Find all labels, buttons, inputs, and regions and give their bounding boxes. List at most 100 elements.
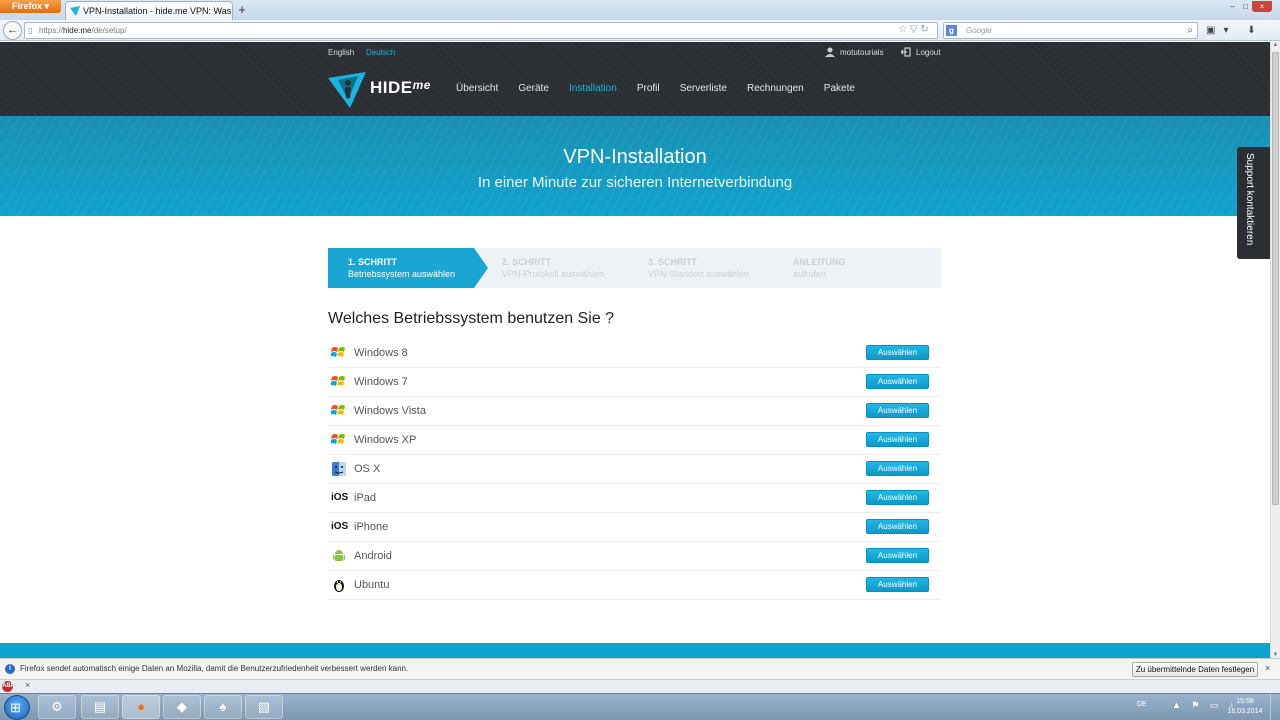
scrollbar-thumb[interactable] — [1272, 52, 1279, 505]
addon-bar-close-icon[interactable]: × — [25, 680, 30, 690]
ios-icon: iOS — [331, 492, 349, 503]
firefox-menu-button[interactable]: Firefox ▾ — [0, 0, 61, 13]
language-english-link[interactable]: English — [328, 48, 354, 57]
select-ipad-button[interactable]: Auswählen — [866, 490, 929, 505]
select-android-button[interactable]: Auswählen — [866, 548, 929, 563]
info-icon: i — [5, 664, 15, 674]
scroll-up-icon[interactable]: ▲ — [1271, 42, 1280, 48]
url-input[interactable]: ▯ https://hide.me/de/setup/ — [24, 22, 938, 39]
os-name: Ubuntu — [354, 579, 390, 591]
browser-navbar: ← ▯ https://hide.me/de/setup/ ☆ ▽ ↻ g Go… — [0, 20, 1280, 51]
new-tab-button[interactable]: + — [235, 3, 249, 17]
mac-finder-icon — [332, 462, 346, 476]
language-deutsch-link[interactable]: Deutsch — [366, 48, 395, 57]
tray-language[interactable]: DE — [1137, 701, 1147, 708]
select-osx-button[interactable]: Auswählen — [866, 461, 929, 476]
select-windows-7-button[interactable]: Auswählen — [866, 374, 929, 389]
show-desktop-button[interactable] — [1270, 694, 1280, 720]
select-ubuntu-button[interactable]: Auswählen — [866, 577, 929, 592]
tray-clock[interactable]: 15:58 16.03.2014 — [1226, 697, 1264, 717]
taskbar-app-4[interactable]: ◆ — [163, 695, 201, 719]
nav-profil[interactable]: Profil — [637, 83, 660, 94]
support-contact-tab[interactable]: Support kontaktieren — [1237, 147, 1270, 259]
logout-link[interactable]: Logout — [901, 47, 940, 58]
step-3: 3. SCHRITT VPN-Standort auswählen — [648, 257, 750, 279]
taskbar-app-5[interactable]: ♠ — [204, 695, 242, 719]
select-windows-xp-button[interactable]: Auswählen — [866, 432, 929, 447]
nav-uebersicht[interactable]: Übersicht — [456, 83, 498, 94]
taskbar-app3-icon: ◆ — [177, 699, 187, 714]
clock-time: 15:58 — [1236, 698, 1254, 705]
select-windows-vista-button[interactable]: Auswählen — [866, 403, 929, 418]
google-engine-icon[interactable]: g — [946, 25, 957, 36]
addon-bar: ABP × — [0, 679, 1280, 693]
nav-serverliste[interactable]: Serverliste — [680, 83, 727, 94]
os-row-windows-xp: Windows XP Auswählen — [328, 426, 941, 455]
search-placeholder: Google — [966, 26, 992, 35]
os-name: iPad — [354, 492, 377, 504]
os-question-heading: Welches Betriebssystem benutzen Sie ? — [328, 310, 615, 327]
hideme-favicon-icon — [70, 6, 80, 16]
adblock-plus-icon[interactable]: ABP — [2, 681, 15, 692]
notification-close-icon[interactable]: × — [1265, 663, 1270, 673]
os-name: Windows 8 — [354, 347, 408, 359]
minimize-icon[interactable]: – — [1226, 1, 1239, 12]
logout-icon — [901, 47, 911, 57]
taskbar-app-2[interactable]: ▤ — [81, 695, 119, 719]
taskbar-app4-icon: ♠ — [219, 699, 227, 714]
search-input[interactable]: g Google ⌕ — [943, 22, 1198, 39]
hideme-logo[interactable]: HIDEme — [328, 72, 443, 108]
site-header: English Deutsch motutourials Logout HIDE… — [0, 42, 1270, 116]
windows-taskbar: ⊞ ⚙ ▤ ● ◆ ♠ ▧ DE ▲ ⚑ ▭ ♪ 15:58 16.03.201… — [0, 693, 1280, 720]
windows-icon — [331, 434, 345, 444]
setup-steps: 1. SCHRITT Betriebssystem auswählen 2. S… — [328, 248, 941, 288]
taskbar-app5-icon: ▧ — [257, 699, 271, 714]
page-scrollbar[interactable]: ▲ ▼ — [1270, 42, 1280, 658]
os-row-iphone: iOS iPhone Auswählen — [328, 513, 941, 542]
os-name: Windows XP — [354, 434, 417, 446]
firefox-notification-bar: i Firefox sendet automatisch einige Date… — [0, 658, 1280, 679]
nav-pakete[interactable]: Pakete — [824, 83, 855, 94]
windows-icon — [331, 405, 345, 415]
linux-tux-icon — [334, 580, 344, 592]
os-name: Windows Vista — [354, 405, 426, 417]
windows-icon — [331, 347, 345, 357]
taskbar-app-1[interactable]: ⚙ — [38, 695, 76, 719]
search-icon[interactable]: ⌕ — [1187, 23, 1193, 38]
bookmark-reload-icons[interactable]: ☆ ▽ ↻ — [898, 22, 929, 37]
os-row-windows-vista: Windows Vista Auswählen — [328, 397, 941, 426]
select-iphone-button[interactable]: Auswählen — [866, 519, 929, 534]
os-row-windows-8: Windows 8 Auswählen — [328, 339, 941, 368]
user-icon — [825, 47, 835, 57]
taskbar-app-3[interactable]: ● — [122, 695, 160, 719]
url-host: hide.me — [63, 26, 92, 35]
browser-tab-active[interactable]: VPN-Installation - hide.me VPN: Was ka..… — [65, 1, 233, 20]
url-scheme: https:// — [39, 26, 64, 35]
start-button[interactable]: ⊞ — [4, 695, 30, 720]
choose-data-button[interactable]: Zu übermittelnde Daten festlegen — [1132, 662, 1258, 677]
taskbar-firefox-icon: ● — [137, 699, 145, 714]
nav-installation[interactable]: Installation — [569, 83, 617, 94]
nav-rechnungen[interactable]: Rechnungen — [747, 83, 804, 94]
step-2: 2. SCHRITT VPN-Protokoll auswählen — [502, 257, 605, 279]
os-row-ubuntu: Ubuntu Auswählen — [328, 571, 941, 600]
taskbar-app-6[interactable]: ▧ — [245, 695, 283, 719]
nav-geraete[interactable]: Geräte — [518, 83, 549, 94]
select-windows-8-button[interactable]: Auswählen — [866, 345, 929, 360]
taskbar-steam-icon: ⚙ — [51, 699, 63, 714]
user-account-link[interactable]: motutourials — [825, 47, 884, 58]
url-path: /de/setup/ — [91, 26, 127, 35]
os-list: Windows 8 Auswählen Windows 7 Auswählen … — [328, 339, 941, 600]
android-icon — [333, 550, 345, 561]
logo-text: HIDE — [370, 78, 413, 97]
main-navigation: Übersicht Geräte Installation Profil Ser… — [456, 82, 872, 96]
site-identity-icon[interactable]: ▯ — [28, 23, 32, 38]
close-window-icon[interactable]: × — [1252, 1, 1272, 12]
clock-date: 16.03.2014 — [1227, 708, 1263, 715]
step-1[interactable]: 1. SCHRITT Betriebssystem auswählen — [328, 248, 474, 288]
os-name: OS X — [354, 463, 381, 475]
back-button[interactable]: ← — [3, 21, 22, 40]
page-subtitle: In einer Minute zur sicheren Internetver… — [477, 174, 793, 191]
maximize-icon[interactable]: □ — [1239, 1, 1252, 12]
hideme-logo-icon — [328, 72, 366, 108]
